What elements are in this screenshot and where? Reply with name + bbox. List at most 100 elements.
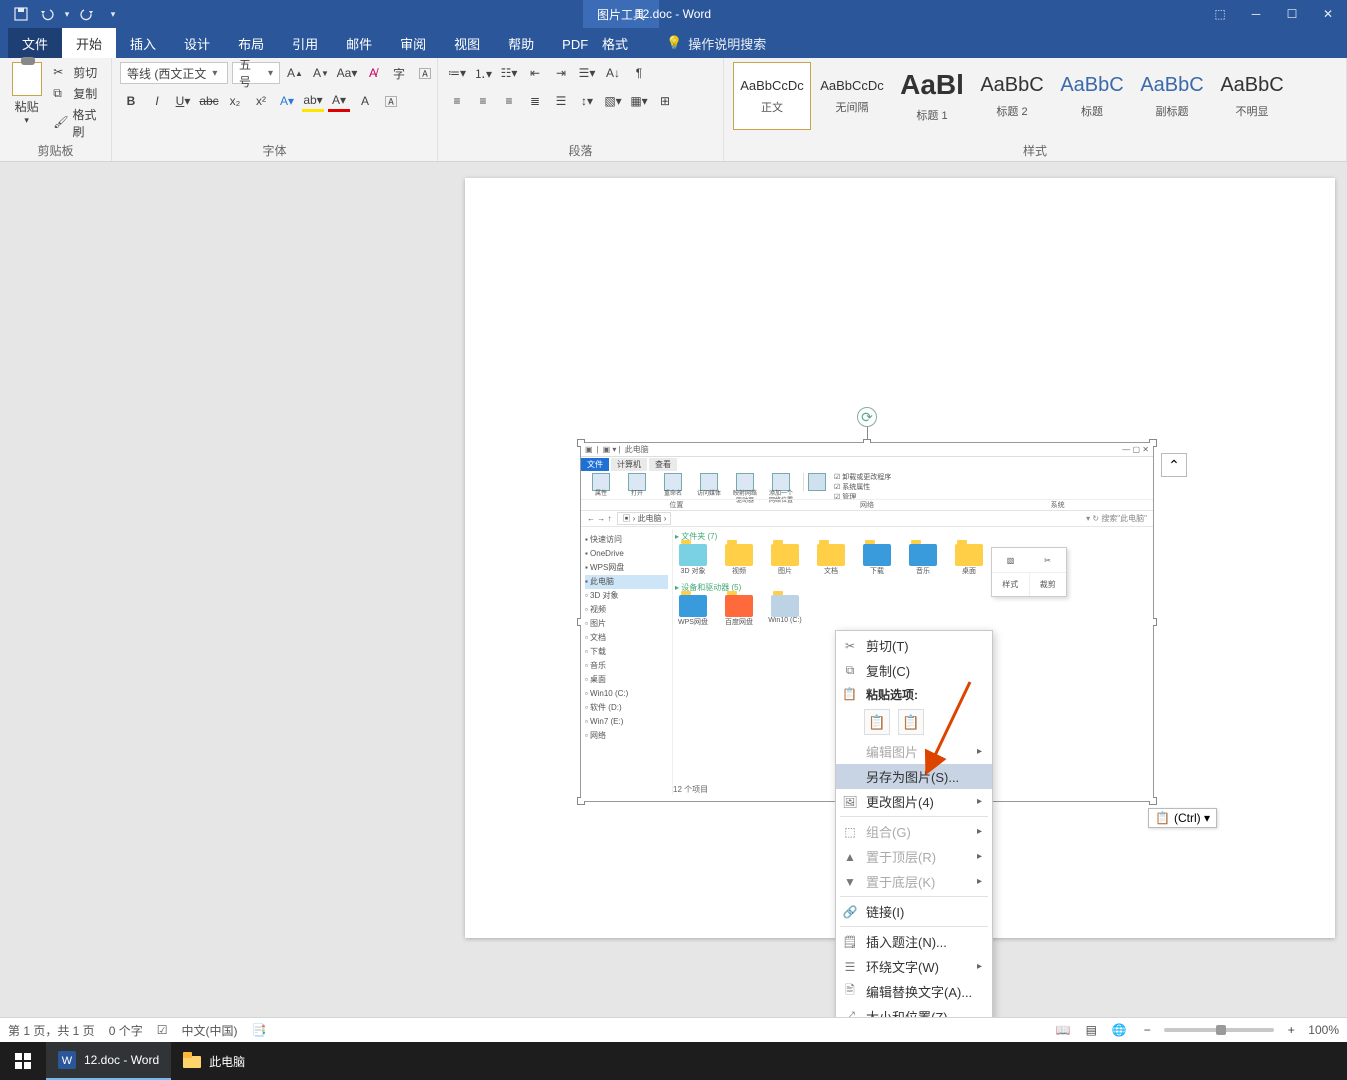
style-item[interactable]: AaBbCcDc正文 [733, 62, 811, 130]
status-proof-icon[interactable]: ☑ [157, 1023, 168, 1037]
redo-icon[interactable] [76, 3, 98, 25]
align-right-icon[interactable]: ≡ [498, 90, 520, 112]
paste-button[interactable]: 粘贴 ▾ [8, 62, 45, 126]
view-read-icon[interactable]: 📖 [1052, 1019, 1074, 1041]
cm-link[interactable]: 🔗链接(I) [836, 899, 992, 924]
task-word[interactable]: W 12.doc - Word [46, 1042, 171, 1080]
minimize-icon[interactable]: ─ [1239, 3, 1273, 25]
start-button[interactable] [0, 1042, 46, 1080]
char-shading-icon[interactable]: A [354, 90, 376, 112]
char-border-icon[interactable]: 🄰 [380, 90, 402, 112]
status-insert-icon[interactable]: 📑 [251, 1023, 266, 1037]
tab-help[interactable]: 帮助 [494, 28, 548, 58]
layout-options-icon[interactable]: ⌃ [1161, 453, 1187, 477]
close-icon[interactable]: ✕ [1311, 3, 1345, 25]
superscript-icon[interactable]: x² [250, 90, 272, 112]
style-item[interactable]: AaBbC标题 [1053, 62, 1131, 130]
tab-file[interactable]: 文件 [8, 28, 62, 58]
styles-gallery[interactable]: AaBbCcDc正文AaBbCcDc无间隔AaBl标题 1AaBbC标题 2Aa… [732, 62, 1338, 140]
cm-copy[interactable]: ⧉复制(C) [836, 658, 992, 683]
tab-format[interactable]: 格式 [588, 28, 642, 58]
strike-icon[interactable]: abc [198, 90, 220, 112]
tab-design[interactable]: 设计 [170, 28, 224, 58]
numbering-icon[interactable]: ⒈▾ [472, 62, 494, 84]
rotate-handle-icon[interactable]: ⟳ [857, 407, 877, 427]
view-print-icon[interactable]: ▤ [1080, 1019, 1102, 1041]
show-marks-icon[interactable]: ¶ [628, 62, 650, 84]
format-painter-button[interactable]: 🖌格式刷 [53, 106, 103, 140]
phonetic-icon[interactable]: 字 [388, 62, 410, 84]
font-family-combo[interactable]: 等线 (西文正文 [120, 62, 228, 84]
ribbon-opts-icon[interactable]: ⬚ [1203, 3, 1237, 25]
indent-inc-icon[interactable]: ⇥ [550, 62, 572, 84]
text-effects-icon[interactable]: A▾ [276, 90, 298, 112]
change-case-icon[interactable]: Aa▾ [336, 62, 358, 84]
tell-me-search[interactable]: 💡 操作说明搜索 [666, 34, 766, 53]
paste-ctrl-tag[interactable]: 📋 (Ctrl) ▾ [1148, 808, 1217, 828]
tab-home[interactable]: 开始 [62, 28, 116, 58]
highlight-icon[interactable]: ab▾ [302, 90, 324, 112]
tab-references[interactable]: 引用 [278, 28, 332, 58]
distributed-icon[interactable]: ☰ [550, 90, 572, 112]
paste-option-1[interactable]: 📋 [864, 709, 890, 735]
status-lang[interactable]: 中文(中国) [181, 1022, 237, 1039]
cm-save-as-picture[interactable]: 另存为图片(S)... [836, 764, 992, 789]
clear-format-icon[interactable]: A̸ [362, 62, 384, 84]
cm-insert-caption[interactable]: 🗒插入题注(N)... [836, 929, 992, 954]
cm-wrap-text[interactable]: ☰环绕文字(W)▸ [836, 954, 992, 979]
tab-review[interactable]: 审阅 [386, 28, 440, 58]
sort-icon[interactable]: A↓ [602, 62, 624, 84]
bullets-icon[interactable]: ≔▾ [446, 62, 468, 84]
style-item[interactable]: AaBbC副标题 [1133, 62, 1211, 130]
status-words[interactable]: 0 个字 [109, 1022, 143, 1039]
font-size-combo[interactable]: 五号 [232, 62, 280, 84]
shading-icon[interactable]: ▧▾ [602, 90, 624, 112]
underline-icon[interactable]: U▾ [172, 90, 194, 112]
maximize-icon[interactable]: ☐ [1275, 3, 1309, 25]
shrink-font-icon[interactable]: A▼ [310, 62, 332, 84]
grow-font-icon[interactable]: A▲ [284, 62, 306, 84]
undo-dropdown-icon[interactable]: ▾ [62, 3, 72, 25]
tab-mailings[interactable]: 邮件 [332, 28, 386, 58]
zoom-thumb[interactable] [1216, 1025, 1226, 1035]
style-item[interactable]: AaBbCcDc无间隔 [813, 62, 891, 130]
undo-icon[interactable] [36, 3, 58, 25]
tab-insert[interactable]: 插入 [116, 28, 170, 58]
enclose-icon[interactable]: 🄰 [414, 62, 436, 84]
save-icon[interactable] [10, 3, 32, 25]
line-spacing-icon[interactable]: ↕▾ [576, 90, 598, 112]
tab-layout[interactable]: 布局 [224, 28, 278, 58]
zoom-in-icon[interactable]: + [1280, 1019, 1302, 1041]
cm-change-picture[interactable]: 🖼更改图片(4)▸ [836, 789, 992, 814]
snap-grid-icon[interactable]: ⊞ [654, 90, 676, 112]
task-explorer[interactable]: 此电脑 [171, 1042, 257, 1080]
tab-view[interactable]: 视图 [440, 28, 494, 58]
indent-dec-icon[interactable]: ⇤ [524, 62, 546, 84]
align-justify-icon[interactable]: ≣ [524, 90, 546, 112]
align-center-icon[interactable]: ≡ [472, 90, 494, 112]
document-area[interactable]: ⟳ ⌃ ▣| ▣ ▾ | 此电脑 — ▢ ✕ 文件 计算机 查看 属性打开重命名… [0, 162, 1347, 1017]
copy-button[interactable]: ⧉复制 [53, 85, 103, 102]
paste-option-2[interactable]: 📋 [898, 709, 924, 735]
zoom-value[interactable]: 100% [1308, 1023, 1339, 1037]
font-color-icon[interactable]: A▾ [328, 90, 350, 112]
cut-button[interactable]: ✂剪切 [53, 64, 103, 81]
style-item[interactable]: AaBbC标题 2 [973, 62, 1051, 130]
cm-edit-alt[interactable]: 🖹编辑替换文字(A)... [836, 979, 992, 1004]
asian-layout-icon[interactable]: ☰▾ [576, 62, 598, 84]
cm-size-pos[interactable]: ⤢大小和位置(Z)... [836, 1004, 992, 1017]
bold-icon[interactable]: B [120, 90, 142, 112]
zoom-out-icon[interactable]: − [1136, 1019, 1158, 1041]
multilevel-icon[interactable]: ☷▾ [498, 62, 520, 84]
zoom-slider[interactable] [1164, 1028, 1274, 1032]
qat-customize-icon[interactable]: ▾ [102, 3, 124, 25]
align-left-icon[interactable]: ≡ [446, 90, 468, 112]
subscript-icon[interactable]: x₂ [224, 90, 246, 112]
style-item[interactable]: AaBbC不明显 [1213, 62, 1291, 130]
status-page[interactable]: 第 1 页，共 1 页 [8, 1022, 95, 1039]
cm-cut[interactable]: ✂剪切(T) [836, 633, 992, 658]
borders-icon[interactable]: ▦▾ [628, 90, 650, 112]
style-item[interactable]: AaBl标题 1 [893, 62, 971, 130]
view-web-icon[interactable]: 🌐 [1108, 1019, 1130, 1041]
italic-icon[interactable]: I [146, 90, 168, 112]
